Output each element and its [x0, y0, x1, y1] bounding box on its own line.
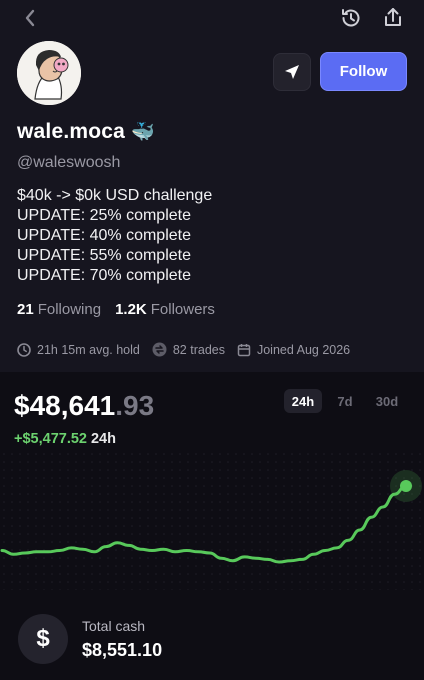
trades-stat: 82 trades [152, 342, 225, 357]
portfolio-chart[interactable] [0, 450, 424, 590]
share-button[interactable] [378, 3, 408, 33]
cash-label: Total cash [82, 618, 146, 634]
cash-icon: $ [18, 614, 68, 664]
range-selector: 24h 7d 30d [284, 389, 410, 413]
history-button[interactable] [336, 4, 366, 32]
back-button[interactable] [16, 4, 44, 32]
profile-handle: @waleswoosh [17, 154, 121, 171]
send-icon [285, 65, 299, 79]
profile-name-text: wale.moca [17, 120, 126, 143]
calendar-icon [237, 343, 251, 356]
range-tab-7d[interactable]: 7d [326, 389, 364, 413]
send-button[interactable] [273, 53, 311, 91]
bio-line: UPDATE: 70% complete [17, 267, 191, 284]
trades-text: 82 trades [172, 342, 225, 357]
following-link[interactable]: 21 Following [17, 301, 101, 318]
whale-emoji-icon: 🐳 [131, 122, 155, 143]
joined-text: Joined Aug 2026 [256, 342, 351, 357]
followers-count: 1.2K [115, 301, 147, 318]
share-icon [385, 8, 401, 26]
following-label: Following [37, 301, 102, 318]
chevron-left-icon [25, 9, 35, 27]
avatar-illustration [17, 41, 81, 105]
top-bar [0, 0, 424, 40]
bio-line: UPDATE: 40% complete [17, 227, 191, 244]
avg-hold-stat: 21h 15m avg. hold [17, 343, 140, 357]
profile-meta: 21h 15m avg. hold 82 trades Joined Aug 2… [17, 342, 362, 357]
balance-main: $48,641 [14, 390, 116, 421]
avatar[interactable] [17, 41, 81, 105]
portfolio-change: +$5,477.52 24h [14, 431, 116, 447]
avg-hold-text: 21h 15m avg. hold [37, 342, 140, 357]
balance-cents: .93 [115, 390, 155, 421]
following-count: 21 [17, 301, 34, 318]
chart-endpoint-dot [400, 480, 412, 492]
change-period: 24h [90, 431, 116, 447]
cash-value: $8,551.10 [82, 640, 163, 660]
range-tab-24h[interactable]: 24h [284, 389, 322, 413]
portfolio-balance: $48,641.93 [14, 390, 154, 422]
follow-counts: 21 Following 1.2K Followers [17, 301, 215, 318]
change-amount: +$5,477.52 [14, 431, 87, 447]
profile-name: wale.moca 🐳 [17, 120, 155, 144]
bio-line: UPDATE: 25% complete [17, 207, 191, 224]
clock-icon [17, 342, 31, 357]
profile-bio: $40k -> $0k USD challenge UPDATE: 25% co… [17, 186, 212, 286]
history-icon [342, 9, 360, 27]
range-tab-30d[interactable]: 30d [368, 389, 406, 413]
follow-button[interactable]: Follow [320, 52, 407, 91]
swap-icon [152, 342, 167, 357]
bio-line: UPDATE: 55% complete [17, 247, 191, 264]
bio-line: $40k -> $0k USD challenge [17, 187, 213, 204]
followers-label: Followers [150, 301, 215, 318]
joined-stat: Joined Aug 2026 [237, 343, 350, 357]
followers-link[interactable]: 1.2K Followers [115, 301, 215, 318]
